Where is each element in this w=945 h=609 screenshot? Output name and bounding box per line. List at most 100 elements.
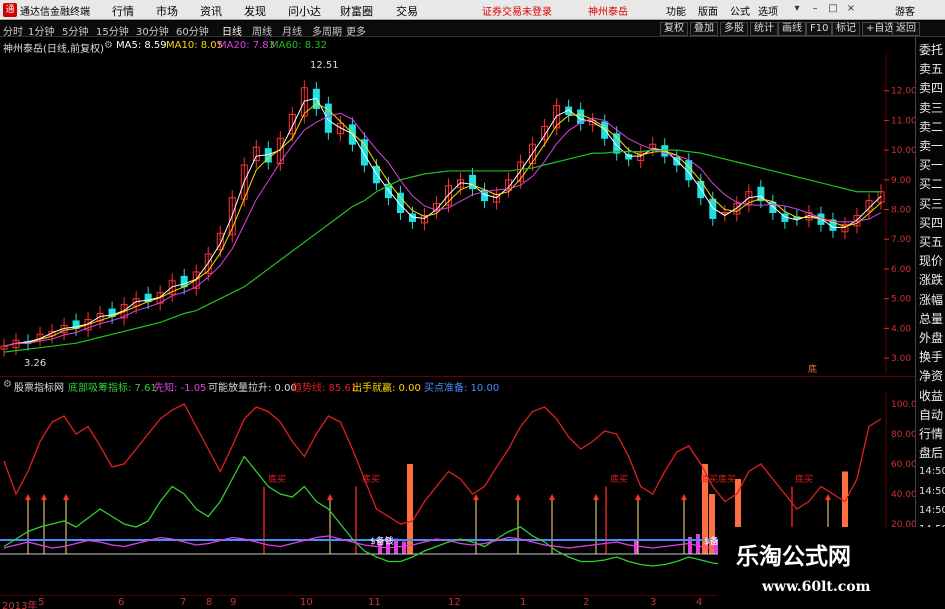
indicator-tick-label: 40.00 [891,490,915,500]
side-panel-item[interactable]: 净资 [919,367,943,385]
tab-monthly[interactable]: 月线 [282,23,302,38]
buy-label-4: 底买 [795,473,813,485]
tab-more[interactable]: 更多 [346,23,366,38]
side-panel-item[interactable]: 买五 [919,233,943,251]
menu-formula[interactable]: 公式 [730,3,750,18]
date-tick-label: 4 [696,597,703,608]
signal-arrow-icon [825,494,831,500]
indicator-tick-label: 100.00 [891,400,915,410]
side-panel-item[interactable]: 总量 [919,310,943,328]
menu-discover[interactable]: 发现 [244,3,266,19]
stock-title: 神州泰岳 [588,7,628,18]
login-notice[interactable]: 证券交易未登录 [482,3,552,18]
window-menu-icon[interactable]: ▾ [790,2,804,16]
side-panel-item[interactable]: 卖四 [919,79,943,97]
minimize-icon[interactable]: – [808,2,822,16]
price-chart[interactable]: 12.00 11.00 10.00 9.00 8.00 7.00 6.00 5.00 4.00 3… [0,54,915,374]
menu-ask[interactable]: 问小达 [288,3,321,19]
signal-arrow-icon [681,494,687,500]
ma5-line [3,97,882,347]
tab-daily[interactable]: 日线 [222,23,242,38]
tab-weekly[interactable]: 周线 [252,23,272,38]
button-draw[interactable]: 画线 [778,22,806,36]
close-icon[interactable]: × [844,2,858,16]
signal-arrow-icon [473,494,479,500]
price-tick-label: 4.00 [891,324,911,334]
side-panel-item[interactable]: 买四 [919,214,943,232]
button-f10[interactable]: F10 [806,22,833,36]
menu-function[interactable]: 功能 [666,3,686,18]
tab-5min[interactable]: 5分钟 [62,23,88,38]
side-panel-item[interactable]: 卖五 [919,60,943,78]
tab-60min[interactable]: 60分钟 [176,23,209,38]
side-panel-item[interactable]: 14:50 [919,483,945,501]
side-panel-item[interactable]: 涨跌 [919,271,943,289]
side-panel-item[interactable]: 换手 [919,348,943,366]
trend-line [3,403,882,525]
settings-icon[interactable]: ⚙ [104,40,113,51]
menu-trade[interactable]: 交易 [396,3,418,19]
price-tick-label: 3.00 [891,354,911,364]
ma-info-bar: 神州泰岳(日线,前复权) ⚙ MA5: 8.59 MA10: 8.05 MA20… [0,39,915,55]
absorb-bar [696,534,700,554]
tab-multi-period[interactable]: 多周期 [312,23,342,38]
stock-name-label: 神州泰岳(日线,前复权) [3,44,104,55]
side-panel-item[interactable]: 现价 [919,252,943,270]
menu-news[interactable]: 资讯 [200,3,222,19]
high-annotation: 12.51 [310,60,339,71]
price-tick-label: 6.00 [891,265,911,275]
guest-label[interactable]: 游客 [895,3,915,18]
button-statistics[interactable]: 统计 [750,22,778,36]
side-panel-item[interactable]: 买三 [919,195,943,213]
app-logo-icon: 通 [3,3,17,17]
indicator-settings-icon[interactable]: ⚙ [3,379,12,390]
side-panel-item[interactable]: 盘后 [919,444,943,462]
date-tick-label: 6 [118,597,125,608]
side-panel-item[interactable]: 外盘 [919,329,943,347]
side-panel-item[interactable]: 自动 [919,406,943,424]
tab-30min[interactable]: 30分钟 [136,23,169,38]
side-panel-item[interactable]: 卖一 [919,137,943,155]
button-overlay[interactable]: 叠加 [690,22,718,36]
ma10-line [3,103,882,347]
side-panel-item[interactable]: 卖三 [919,99,943,117]
side-panel-item[interactable]: 涨幅 [919,291,943,309]
menu-market[interactable]: 行情 [112,3,134,19]
menu-options[interactable]: 选项 [758,3,778,18]
side-panel-item[interactable]: 14:50 [919,463,945,481]
tab-15min[interactable]: 15分钟 [96,23,129,38]
side-panel-item[interactable]: 收益 [919,387,943,405]
side-panel-item[interactable]: 14:50 [919,502,945,520]
price-tick-label: 11.00 [891,116,915,126]
price-tick-label: 8.00 [891,206,911,216]
menu-layout[interactable]: 版面 [698,3,718,18]
button-multi-stock[interactable]: 多股 [720,22,748,36]
side-panel-item[interactable]: 买一 [919,156,943,174]
button-adjust[interactable]: 复权 [660,22,688,36]
date-tick-label: 1 [520,597,527,608]
watermark-title: 乐淘公式网 [736,543,851,570]
side-panel-item[interactable]: 行情 [919,425,943,443]
tab-1min[interactable]: 1分钟 [28,23,54,38]
side-panel-item[interactable]: 买二 [919,175,943,193]
date-tick-label: 11 [368,597,381,608]
price-tick-label: 9.00 [891,176,911,186]
price-tick-label: 7.00 [891,235,911,245]
signal-arrow-icon [635,494,641,500]
signal-arrow-icon [593,494,599,500]
side-panel-item[interactable]: 委托 [919,41,943,59]
signal-arrow-icon [515,494,521,500]
menu-wealth[interactable]: 财富圈 [340,3,373,19]
side-panel-item[interactable]: 卖二 [919,118,943,136]
signal-arrow-icon [41,494,47,500]
watermark: 乐淘公式网 www.60lt.com [718,527,945,609]
buy-label-5: 底买底买 [700,473,736,485]
button-back[interactable]: 返回 [892,22,920,36]
tab-timeshare[interactable]: 分时 [3,23,23,38]
date-tick-label: 9 [230,597,237,608]
panel-divider [0,376,915,377]
signal-arrow-icon [327,494,333,500]
menu-exchange[interactable]: 市场 [156,3,178,19]
button-mark[interactable]: 标记 [832,22,860,36]
maximize-icon[interactable]: □ [826,2,840,16]
